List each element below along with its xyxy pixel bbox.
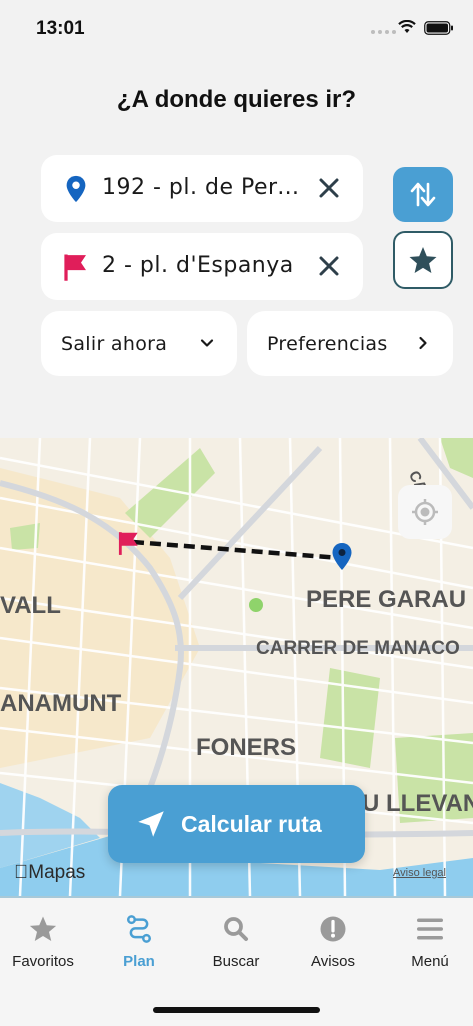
clear-origin-icon[interactable]: [317, 176, 341, 200]
chevron-right-icon: [419, 336, 427, 350]
wifi-icon: [398, 20, 416, 33]
star-icon: [409, 247, 437, 273]
favorite-button[interactable]: [393, 231, 453, 289]
crosshair-icon: [412, 499, 438, 525]
tab-label: Buscar: [212, 953, 260, 970]
swap-icon: [410, 182, 436, 207]
tab-menu[interactable]: Menú: [383, 914, 473, 970]
swap-button[interactable]: [393, 167, 453, 222]
calculate-route-button[interactable]: Calcular ruta: [108, 785, 365, 863]
map-label-carrer-manacor: CARRER DE MANACO: [256, 638, 460, 659]
chevron-down-icon: [200, 339, 214, 347]
locate-button[interactable]: [398, 485, 452, 539]
battery-icon: [424, 21, 453, 35]
map-label-llevant: U LLEVAN: [362, 790, 473, 817]
calculate-route-label: Calcular ruta: [181, 811, 322, 837]
tab-label: Avisos: [311, 953, 355, 970]
departure-label: Salir ahora: [61, 333, 168, 355]
status-bar: 13:01: [0, 0, 473, 58]
tab-label: Plan: [123, 953, 155, 970]
location-pin-icon: [66, 175, 86, 203]
tab-label: Favoritos: [12, 953, 74, 970]
map-label-foners: FONERS: [196, 734, 297, 761]
map-label-vall: VALL: [0, 592, 61, 619]
status-time: 13:01: [36, 18, 85, 39]
route-icon: [127, 915, 151, 943]
tab-label: Menú: [411, 953, 449, 970]
tab-avisos[interactable]: Avisos: [286, 914, 380, 970]
home-indicator: [153, 1007, 320, 1013]
departure-time-select[interactable]: Salir ahora: [41, 311, 237, 376]
origin-field[interactable]: 192 - pl. de Pere Garau: [41, 155, 363, 222]
clear-destination-icon[interactable]: [317, 254, 341, 278]
maps-attribution: Mapas: [14, 862, 85, 884]
preferences-button[interactable]: Preferencias: [247, 311, 453, 376]
park-dot: [249, 598, 263, 612]
star-icon: [29, 916, 57, 941]
tab-favoritos[interactable]: Favoritos: [0, 914, 90, 970]
search-icon: [224, 917, 248, 941]
origin-text[interactable]: 192 - pl. de Pere Garau: [102, 175, 312, 200]
origin-pin-marker[interactable]: [330, 542, 354, 572]
destination-text[interactable]: 2 - pl. d'Espanya: [102, 253, 312, 278]
apple-logo-icon: : [14, 862, 28, 883]
map-label-canamunt: ANAMUNT: [0, 690, 122, 717]
tab-plan[interactable]: Plan: [92, 914, 186, 970]
menu-icon: [417, 918, 443, 940]
tab-buscar[interactable]: Buscar: [189, 914, 283, 970]
destination-flag-marker[interactable]: [116, 530, 142, 556]
destination-field[interactable]: 2 - pl. d'Espanya: [41, 233, 363, 300]
preferences-label: Preferencias: [267, 333, 388, 355]
maps-attribution-text: Mapas: [14, 862, 85, 883]
page-title: ¿A donde quieres ir?: [116, 86, 357, 113]
navigation-arrow-icon: [138, 811, 164, 837]
legal-link[interactable]: Aviso legal: [393, 867, 446, 879]
signal-icon: [371, 30, 396, 34]
alert-icon: [320, 916, 346, 942]
flag-icon: [64, 254, 86, 281]
map-label-pere-garau: PERE GARAU: [306, 586, 467, 613]
